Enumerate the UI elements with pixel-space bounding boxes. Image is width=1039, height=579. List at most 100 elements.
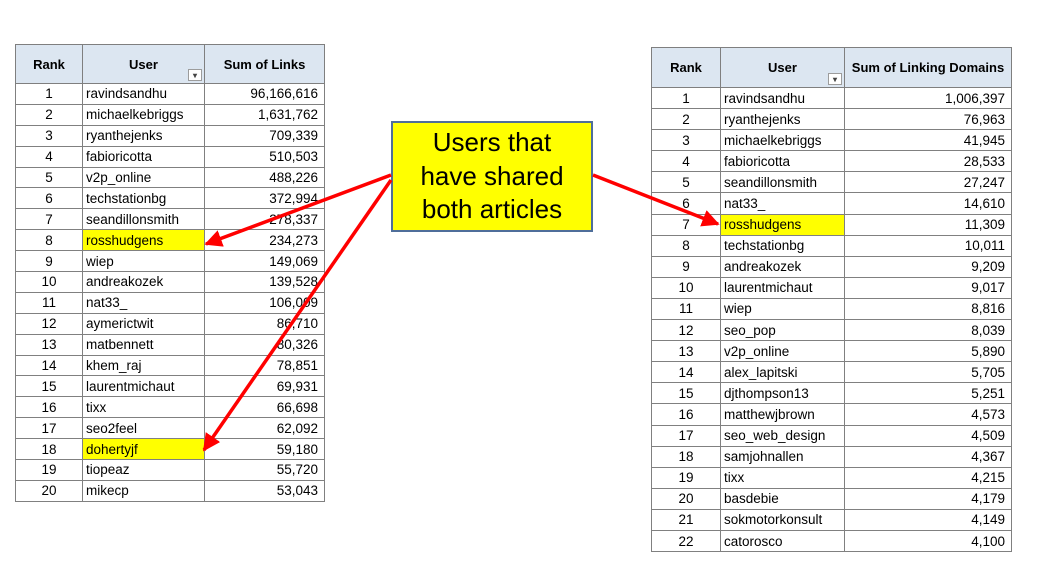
- value-cell[interactable]: 4,509: [844, 424, 1012, 447]
- user-cell[interactable]: v2p_online: [720, 340, 845, 363]
- user-cell[interactable]: ryanthejenks: [720, 108, 845, 131]
- value-cell[interactable]: 1,631,762: [204, 103, 325, 126]
- rank-cell[interactable]: 18: [15, 438, 83, 461]
- user-cell[interactable]: samjohnallen: [720, 445, 845, 468]
- value-cell[interactable]: 62,092: [204, 417, 325, 440]
- rank-cell[interactable]: 3: [15, 124, 83, 147]
- user-header[interactable]: User ▾: [82, 44, 205, 84]
- value-cell[interactable]: 372,994: [204, 187, 325, 210]
- user-cell[interactable]: michaelkebriggs: [82, 103, 205, 126]
- value-cell[interactable]: 10,011: [844, 234, 1012, 257]
- user-cell[interactable]: aymerictwit: [82, 312, 205, 335]
- rank-cell[interactable]: 13: [15, 333, 83, 356]
- rank-cell[interactable]: 14: [15, 354, 83, 377]
- rank-cell[interactable]: 18: [651, 445, 721, 468]
- user-cell[interactable]: wiep: [720, 297, 845, 321]
- value-cell[interactable]: 488,226: [204, 166, 325, 189]
- rank-cell[interactable]: 7: [15, 208, 83, 231]
- rank-cell[interactable]: 15: [651, 382, 721, 405]
- user-cell[interactable]: fabioricotta: [82, 145, 205, 168]
- rank-cell[interactable]: 9: [651, 255, 721, 278]
- rank-cell[interactable]: 20: [651, 487, 721, 510]
- user-cell[interactable]: seandillonsmith: [82, 208, 205, 231]
- value-cell[interactable]: 139,528: [204, 271, 325, 293]
- user-cell[interactable]: matbennett: [82, 333, 205, 356]
- value-cell[interactable]: 510,503: [204, 145, 325, 168]
- rank-cell[interactable]: 7: [651, 213, 721, 236]
- value-cell[interactable]: 80,326: [204, 333, 325, 356]
- value-cell[interactable]: 234,273: [204, 229, 325, 252]
- value-cell[interactable]: 5,705: [844, 361, 1012, 384]
- value-cell[interactable]: 27,247: [844, 171, 1012, 194]
- user-cell[interactable]: v2p_online: [82, 166, 205, 189]
- user-cell[interactable]: tixx: [82, 396, 205, 419]
- user-cell[interactable]: nat33_: [82, 291, 205, 314]
- value-cell[interactable]: 11,309: [844, 213, 1012, 236]
- user-cell[interactable]: rosshudgens: [720, 213, 845, 236]
- value-cell[interactable]: 28,533: [844, 150, 1012, 173]
- rank-cell[interactable]: 2: [15, 103, 83, 126]
- rank-cell[interactable]: 17: [15, 417, 83, 440]
- user-cell[interactable]: ravindsandhu: [82, 83, 205, 105]
- user-cell[interactable]: seo_pop: [720, 319, 845, 342]
- rank-cell[interactable]: 1: [651, 86, 721, 110]
- rank-cell[interactable]: 6: [15, 187, 83, 210]
- rank-cell[interactable]: 10: [651, 276, 721, 299]
- value-cell[interactable]: 106,009: [204, 291, 325, 314]
- value-cell[interactable]: 8,039: [844, 319, 1012, 342]
- value-cell[interactable]: 53,043: [204, 479, 325, 502]
- rank-cell[interactable]: 2: [651, 108, 721, 131]
- rank-cell[interactable]: 11: [15, 291, 83, 314]
- rank-cell[interactable]: 5: [651, 171, 721, 194]
- value-cell[interactable]: 9,209: [844, 255, 1012, 278]
- rank-cell[interactable]: 1: [15, 83, 83, 105]
- rank-cell[interactable]: 4: [15, 145, 83, 168]
- rank-cell[interactable]: 8: [651, 234, 721, 257]
- value-cell[interactable]: 76,963: [844, 108, 1012, 131]
- user-header[interactable]: User ▾: [720, 47, 845, 88]
- value-cell[interactable]: 5,251: [844, 382, 1012, 405]
- filter-dropdown-icon[interactable]: ▾: [188, 69, 202, 81]
- user-cell[interactable]: andreakozek: [82, 271, 205, 293]
- user-cell[interactable]: tiopeaz: [82, 459, 205, 481]
- rank-cell[interactable]: 10: [15, 271, 83, 293]
- user-cell[interactable]: andreakozek: [720, 255, 845, 278]
- value-cell[interactable]: 14,610: [844, 192, 1012, 215]
- user-cell[interactable]: ryanthejenks: [82, 124, 205, 147]
- rank-cell[interactable]: 21: [651, 508, 721, 531]
- value-cell[interactable]: 78,851: [204, 354, 325, 377]
- value-cell[interactable]: 59,180: [204, 438, 325, 461]
- user-cell[interactable]: sokmotorkonsult: [720, 508, 845, 531]
- value-cell[interactable]: 4,100: [844, 529, 1012, 553]
- user-cell[interactable]: seandillonsmith: [720, 171, 845, 194]
- filter-dropdown-icon[interactable]: ▾: [828, 73, 842, 85]
- value-cell[interactable]: 66,698: [204, 396, 325, 419]
- user-cell[interactable]: rosshudgens: [82, 229, 205, 252]
- rank-cell[interactable]: 12: [15, 312, 83, 335]
- value-cell[interactable]: 4,215: [844, 466, 1012, 489]
- rank-cell[interactable]: 12: [651, 319, 721, 342]
- user-cell[interactable]: techstationbg: [720, 234, 845, 257]
- user-cell[interactable]: michaelkebriggs: [720, 129, 845, 152]
- value-cell[interactable]: 278,337: [204, 208, 325, 231]
- user-cell[interactable]: dohertyjf: [82, 438, 205, 461]
- value-cell[interactable]: 86,710: [204, 312, 325, 335]
- rank-cell[interactable]: 16: [651, 403, 721, 426]
- rank-cell[interactable]: 5: [15, 166, 83, 189]
- value-cell[interactable]: 709,339: [204, 124, 325, 147]
- user-cell[interactable]: laurentmichaut: [720, 276, 845, 299]
- rank-cell[interactable]: 6: [651, 192, 721, 215]
- value-cell[interactable]: 4,179: [844, 487, 1012, 510]
- user-cell[interactable]: mikecp: [82, 479, 205, 502]
- rank-cell[interactable]: 15: [15, 375, 83, 398]
- value-cell[interactable]: 4,573: [844, 403, 1012, 426]
- value-cell[interactable]: 69,931: [204, 375, 325, 398]
- user-cell[interactable]: laurentmichaut: [82, 375, 205, 398]
- rank-cell[interactable]: 19: [651, 466, 721, 489]
- rank-cell[interactable]: 22: [651, 529, 721, 553]
- user-cell[interactable]: khem_raj: [82, 354, 205, 377]
- value-cell[interactable]: 8,816: [844, 297, 1012, 321]
- value-cell[interactable]: 4,149: [844, 508, 1012, 531]
- rank-cell[interactable]: 14: [651, 361, 721, 384]
- user-cell[interactable]: tixx: [720, 466, 845, 489]
